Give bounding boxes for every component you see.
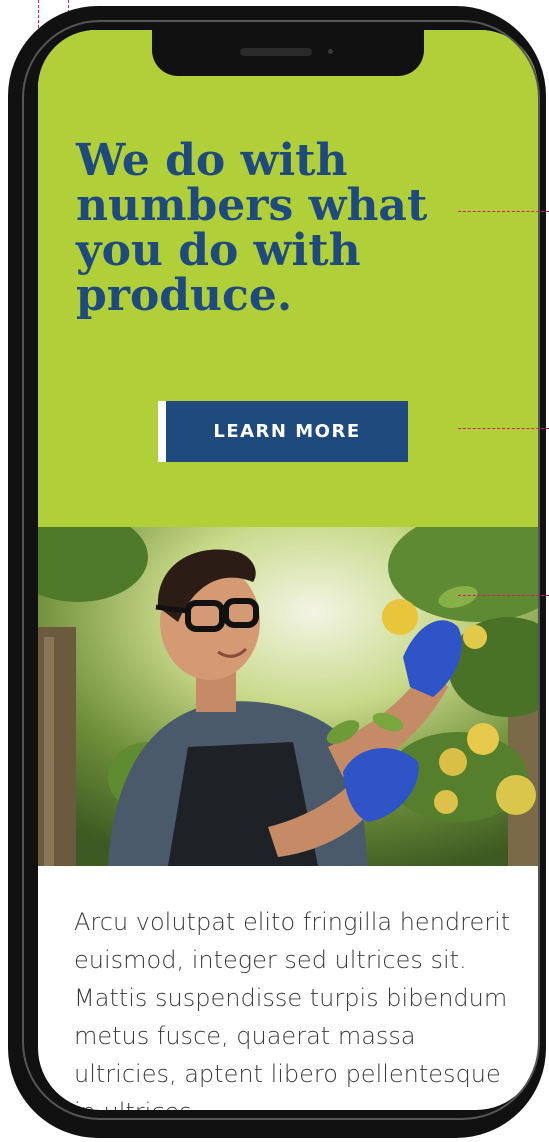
farmer-picking-fruit-image xyxy=(38,527,538,866)
hero-headline: We do with numbers what you do with prod… xyxy=(76,135,428,321)
body-paragraph: Arcu volutpat elito fringilla hendrerit … xyxy=(74,908,511,1110)
speaker-grill-icon xyxy=(240,48,312,56)
side-button-volume-up xyxy=(8,272,16,356)
side-button-volume-down xyxy=(8,382,16,462)
front-camera-icon xyxy=(328,49,333,54)
side-button-silent xyxy=(8,192,16,230)
guide-line-image xyxy=(458,595,549,596)
hero-section: We do with numbers what you do with prod… xyxy=(38,30,538,527)
phone-notch xyxy=(152,30,424,76)
learn-more-button[interactable]: LEARN MORE xyxy=(158,401,408,462)
guide-line-button xyxy=(458,428,549,429)
phone-screen: We do with numbers what you do with prod… xyxy=(38,30,538,1110)
guide-line-headline xyxy=(458,211,549,212)
